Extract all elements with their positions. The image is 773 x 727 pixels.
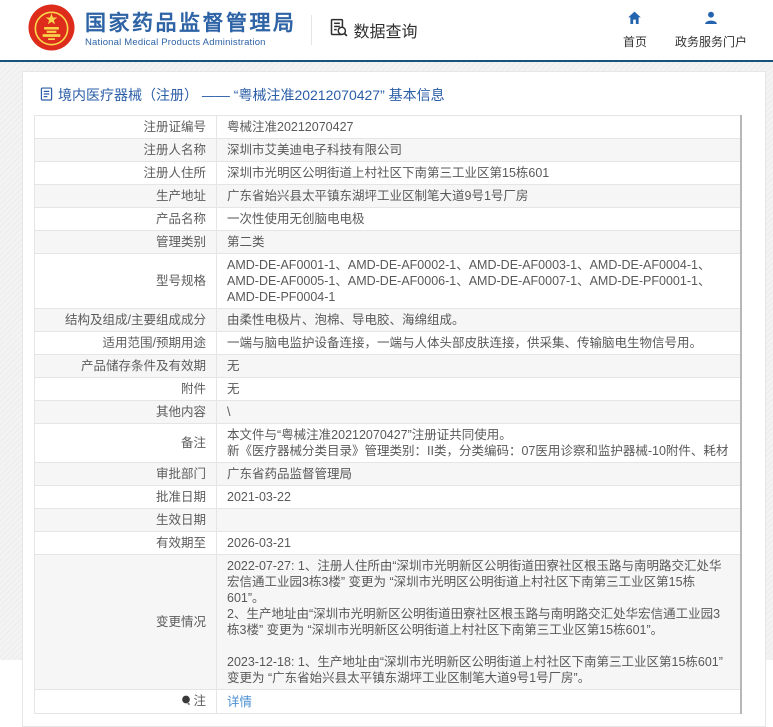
row-label: 注 bbox=[35, 690, 217, 714]
row-value: 2021-03-22 bbox=[217, 486, 742, 509]
row-value: 详情 bbox=[217, 690, 742, 714]
document-icon bbox=[40, 87, 53, 104]
row-value: 本文件与“粤械注准20212070427”注册证共同使用。 新《医疗器械分类目录… bbox=[217, 424, 742, 463]
row-label: 产品名称 bbox=[35, 208, 217, 231]
table-row: 产品名称一次性使用无创脑电电极 bbox=[35, 208, 742, 231]
data-query-icon bbox=[328, 17, 349, 43]
header-divider bbox=[311, 15, 312, 45]
row-value: \ bbox=[217, 401, 742, 424]
nav-home[interactable]: 首页 bbox=[623, 10, 647, 50]
row-label: 其他内容 bbox=[35, 401, 217, 424]
page-title: 境内医疗器械（注册） —— “粤械注准20212070427” 基本信息 bbox=[58, 85, 445, 105]
row-label: 有效期至 bbox=[35, 532, 217, 555]
nav-home-label: 首页 bbox=[623, 33, 647, 50]
row-label: 生效日期 bbox=[35, 509, 217, 532]
table-row: 注册人名称深圳市艾美迪电子科技有限公司 bbox=[35, 139, 742, 162]
row-value: 由柔性电极片、泡棉、导电胶、海绵组成。 bbox=[217, 309, 742, 332]
row-value: 2022-07-27: 1、注册人住所由“深圳市光明新区公明街道田寮社区根玉路与… bbox=[217, 555, 742, 690]
table-row: 注册证编号粤械注准20212070427 bbox=[35, 116, 742, 139]
detail-link[interactable]: 详情 bbox=[227, 695, 252, 709]
row-label: 注册证编号 bbox=[35, 116, 217, 139]
row-value: 广东省药品监督管理局 bbox=[217, 463, 742, 486]
row-value: 深圳市光明区公明街道上村社区下南第三工业区第15栋601 bbox=[217, 162, 742, 185]
table-row: 型号规格AMD-DE-AF0001-1、AMD-DE-AF0002-1、AMD-… bbox=[35, 254, 742, 309]
brand-text: 国家药品监督管理局 National Medical Products Admi… bbox=[85, 13, 297, 48]
row-label: 产品储存条件及有效期 bbox=[35, 355, 217, 378]
table-row: 审批部门广东省药品监督管理局 bbox=[35, 463, 742, 486]
nav-service-portal[interactable]: 政务服务门户 bbox=[675, 10, 747, 50]
user-icon bbox=[703, 10, 719, 29]
home-icon bbox=[626, 10, 643, 29]
registration-info-table: 注册证编号粤械注准20212070427注册人名称深圳市艾美迪电子科技有限公司注… bbox=[34, 115, 742, 714]
row-label: 管理类别 bbox=[35, 231, 217, 254]
site-header: 国家药品监督管理局 National Medical Products Admi… bbox=[0, 0, 773, 62]
row-label: 审批部门 bbox=[35, 463, 217, 486]
table-row: 附件无 bbox=[35, 378, 742, 401]
brand-subtitle: National Medical Products Administration bbox=[85, 38, 297, 48]
row-label: 附件 bbox=[35, 378, 217, 401]
data-query-label: 数据查询 bbox=[354, 18, 418, 42]
note-icon bbox=[181, 694, 191, 710]
table-row: 生效日期 bbox=[35, 509, 742, 532]
row-value bbox=[217, 509, 742, 532]
row-value: 无 bbox=[217, 378, 742, 401]
table-row: 管理类别第二类 bbox=[35, 231, 742, 254]
row-label: 变更情况 bbox=[35, 555, 217, 690]
row-label: 注册人住所 bbox=[35, 162, 217, 185]
table-row: 其他内容\ bbox=[35, 401, 742, 424]
table-row: 结构及组成/主要组成成分由柔性电极片、泡棉、导电胶、海绵组成。 bbox=[35, 309, 742, 332]
nav-portal-label: 政务服务门户 bbox=[675, 33, 747, 50]
brand-title: 国家药品监督管理局 bbox=[85, 13, 297, 34]
row-value: 粤械注准20212070427 bbox=[217, 116, 742, 139]
national-emblem-icon bbox=[28, 4, 75, 56]
page: 国家药品监督管理局 National Medical Products Admi… bbox=[0, 0, 773, 660]
row-value: AMD-DE-AF0001-1、AMD-DE-AF0002-1、AMD-DE-A… bbox=[217, 254, 742, 309]
row-value: 深圳市艾美迪电子科技有限公司 bbox=[217, 139, 742, 162]
row-label: 注册人名称 bbox=[35, 139, 217, 162]
row-value: 无 bbox=[217, 355, 742, 378]
table-row: 产品储存条件及有效期无 bbox=[35, 355, 742, 378]
nav-data-query[interactable]: 数据查询 bbox=[328, 17, 418, 43]
header-nav: 首页 政务服务门户 bbox=[623, 10, 753, 50]
table-row: 备注本文件与“粤械注准20212070427”注册证共同使用。 新《医疗器械分类… bbox=[35, 424, 742, 463]
table-row: 注册人住所深圳市光明区公明街道上村社区下南第三工业区第15栋601 bbox=[35, 162, 742, 185]
row-label: 批准日期 bbox=[35, 486, 217, 509]
info-table-body: 注册证编号粤械注准20212070427注册人名称深圳市艾美迪电子科技有限公司注… bbox=[35, 116, 742, 714]
table-row: 适用范围/预期用途一端与脑电监护设备连接，一端与人体头部皮肤连接，供采集、传输脑… bbox=[35, 332, 742, 355]
brand-logo[interactable]: 国家药品监督管理局 National Medical Products Admi… bbox=[28, 4, 297, 56]
row-value: 一次性使用无创脑电电极 bbox=[217, 208, 742, 231]
row-value: 一端与脑电监护设备连接，一端与人体头部皮肤连接，供采集、传输脑电生物信号用。 bbox=[217, 332, 742, 355]
row-label: 结构及组成/主要组成成分 bbox=[35, 309, 217, 332]
row-label: 适用范围/预期用途 bbox=[35, 332, 217, 355]
row-value: 广东省始兴县太平镇东湖坪工业区制笔大道9号1号厂房 bbox=[217, 185, 742, 208]
table-row: 有效期至2026-03-21 bbox=[35, 532, 742, 555]
row-value: 2026-03-21 bbox=[217, 532, 742, 555]
row-label: 型号规格 bbox=[35, 254, 217, 309]
row-label: 生产地址 bbox=[35, 185, 217, 208]
content: 境内医疗器械（注册） —— “粤械注准20212070427” 基本信息 注册证… bbox=[0, 62, 773, 727]
table-row: 批准日期2021-03-22 bbox=[35, 486, 742, 509]
table-row: 变更情况2022-07-27: 1、注册人住所由“深圳市光明新区公明街道田寮社区… bbox=[35, 555, 742, 690]
detail-panel: 境内医疗器械（注册） —— “粤械注准20212070427” 基本信息 注册证… bbox=[22, 71, 766, 727]
row-label: 备注 bbox=[35, 424, 217, 463]
table-row: 注详情 bbox=[35, 690, 742, 714]
table-row: 生产地址广东省始兴县太平镇东湖坪工业区制笔大道9号1号厂房 bbox=[35, 185, 742, 208]
row-value: 第二类 bbox=[217, 231, 742, 254]
breadcrumb: 境内医疗器械（注册） —— “粤械注准20212070427” 基本信息 bbox=[23, 82, 765, 115]
